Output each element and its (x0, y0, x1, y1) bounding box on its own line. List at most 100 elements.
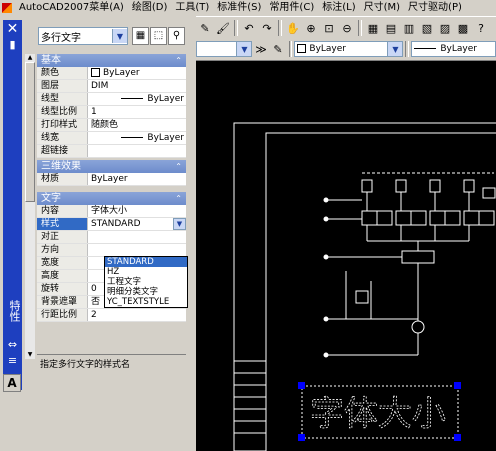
match-properties-icon[interactable]: 🖌 (215, 20, 231, 36)
palette-titlebar[interactable]: ✕ ▮ 特性 ⇔ ≡ (3, 20, 22, 390)
menu-tools[interactable]: 工具(T) (171, 0, 213, 16)
drawing-canvas[interactable]: 字体大小 (196, 61, 496, 451)
toggle-pickadd-icon[interactable]: ▦ (132, 27, 149, 45)
property-key: 图层 (37, 80, 88, 92)
toolbar-separator (405, 41, 410, 57)
undo-icon[interactable]: ↶ (241, 20, 257, 36)
style-select[interactable]: STANDARD ▼ (88, 218, 186, 230)
grip-bottom-right[interactable] (454, 434, 461, 441)
style-option-hz[interactable]: HZ (105, 267, 187, 277)
lineweight-preview (121, 137, 144, 138)
property-value[interactable]: ByLayer (88, 67, 186, 79)
calculator-icon[interactable]: ▩ (455, 20, 471, 36)
palette-collapse-icon[interactable]: ⇔ (5, 338, 20, 351)
palette-menu-icon[interactable]: ≡ (5, 354, 20, 367)
category-3d[interactable]: 三维效果 ⌃ (37, 160, 186, 173)
quick-select-icon[interactable]: ⚲ (168, 27, 185, 45)
style-option-yc-textstyle[interactable]: YC_TEXTSTYLE (105, 297, 187, 307)
property-row-lineweight[interactable]: 线宽 ByLayer (37, 132, 186, 145)
menu-common-parts[interactable]: 常用件(C) (265, 0, 318, 16)
property-key: 线型 (37, 93, 88, 105)
property-value[interactable]: ByLayer (88, 93, 186, 105)
tool-palettes-icon[interactable]: ▥ (401, 20, 417, 36)
make-current-layer-icon[interactable]: ≫ (253, 41, 268, 57)
property-value[interactable] (88, 145, 186, 157)
grip-top-left[interactable] (298, 382, 305, 389)
help-icon[interactable]: ? (473, 20, 489, 36)
scroll-thumb[interactable] (25, 62, 35, 202)
property-row-contents[interactable]: 内容 字体大小 (37, 205, 186, 218)
layer-previous-icon[interactable]: ✎ (271, 41, 286, 57)
grip-top-right[interactable] (454, 382, 461, 389)
property-row-linetype[interactable]: 线型 ByLayer (37, 93, 186, 106)
style-option-engineering-text[interactable]: 工程文字 (105, 277, 187, 287)
toolbar-separator (278, 20, 282, 36)
property-row-layer[interactable]: 图层 DIM (37, 80, 186, 93)
color-combo[interactable]: ByLayer ▼ (294, 41, 404, 57)
menu-size[interactable]: 尺寸(M) (360, 0, 404, 16)
style-option-detail-category-text[interactable]: 明细分类文字 (105, 287, 187, 297)
object-type-select[interactable]: 多行文字 ▼ (38, 27, 128, 45)
property-key: 对正 (37, 231, 88, 243)
pan-icon[interactable]: ✋ (285, 20, 301, 36)
property-value[interactable]: ByLayer (88, 132, 186, 144)
redo-icon[interactable]: ↷ (259, 20, 275, 36)
properties-palette: ✕ ▮ 特性 ⇔ ≡ A 多行文字 ▼ ▦ ⬚ ⚲ ▲ ▼ 基本 ⌃ 颜色 By… (0, 16, 196, 451)
property-value[interactable]: DIM (88, 80, 186, 92)
property-row-hyperlink[interactable]: 超链接 (37, 145, 186, 158)
palette-scrollbar[interactable]: ▲ ▼ (25, 54, 35, 359)
grip-bottom-left[interactable] (298, 434, 305, 441)
linetype-combo[interactable]: ByLayer (411, 41, 496, 57)
property-row-linetype-scale[interactable]: 线型比例 1 (37, 106, 186, 119)
menu-autocad2007[interactable]: AutoCAD2007菜单(A) (15, 0, 128, 16)
zoom-realtime-icon[interactable]: ⊕ (303, 20, 319, 36)
mtext-content[interactable]: 字体大小 (310, 394, 447, 435)
menu-draw[interactable]: 绘图(D) (128, 0, 172, 16)
property-row-color[interactable]: 颜色 ByLayer (37, 67, 186, 80)
category-text[interactable]: 文字 ⌃ (37, 192, 186, 205)
menu-standard-parts[interactable]: 标准件(S) (213, 0, 265, 16)
menu-dimension[interactable]: 标注(L) (318, 0, 359, 16)
property-value[interactable]: 随颜色 (88, 119, 186, 131)
property-value[interactable]: ByLayer (88, 173, 186, 185)
text-style-a-icon[interactable]: A (3, 374, 21, 392)
chevron-down-icon[interactable]: ▼ (173, 218, 186, 230)
property-row-justify[interactable]: 对正 (37, 231, 186, 244)
menu-dimension-driven[interactable]: 尺寸驱动(P) (404, 0, 466, 16)
collapse-icon[interactable]: ⌃ (175, 192, 186, 205)
zoom-window-icon[interactable]: ⊡ (321, 20, 337, 36)
sheet-set-icon[interactable]: ▧ (419, 20, 435, 36)
layer-combo[interactable]: ▼ (196, 41, 253, 57)
chevron-down-icon[interactable]: ▼ (112, 29, 127, 43)
markup-icon[interactable]: ▨ (437, 20, 453, 36)
pencil-icon[interactable]: ✎ (197, 20, 213, 36)
autohide-icon[interactable]: ▮ (5, 38, 20, 51)
style-dropdown-list[interactable]: STANDARD HZ 工程文字 明细分类文字 YC_TEXTSTYLE (104, 256, 188, 308)
collapse-icon[interactable]: ⌃ (175, 54, 186, 67)
linetype-combo-value: ByLayer (412, 44, 495, 54)
property-value[interactable] (88, 244, 186, 256)
category-basic[interactable]: 基本 ⌃ (37, 54, 186, 67)
design-center-icon[interactable]: ▤ (383, 20, 399, 36)
properties-icon[interactable]: ▦ (365, 20, 381, 36)
property-value[interactable]: 2 (88, 309, 186, 321)
select-objects-icon[interactable]: ⬚ (150, 27, 167, 45)
scroll-down-icon[interactable]: ▼ (25, 351, 35, 359)
property-description: 指定多行文字的样式名 (37, 354, 186, 382)
property-row-material[interactable]: 材质 ByLayer (37, 173, 186, 186)
property-value[interactable]: 1 (88, 106, 186, 118)
zoom-previous-icon[interactable]: ⊖ (339, 20, 355, 36)
scroll-up-icon[interactable]: ▲ (25, 54, 35, 62)
property-row-style[interactable]: 样式 STANDARD ▼ (37, 218, 186, 231)
chevron-down-icon[interactable]: ▼ (387, 42, 403, 56)
property-row-line-spacing-factor[interactable]: 行距比例 2 (37, 309, 186, 322)
collapse-icon[interactable]: ⌃ (175, 160, 186, 173)
property-value[interactable]: 字体大小 (88, 205, 186, 217)
property-row-plot-style[interactable]: 打印样式 随颜色 (37, 119, 186, 132)
menu-bar: AutoCAD2007菜单(A) 绘图(D) 工具(T) 标准件(S) 常用件(… (0, 0, 496, 16)
toolbar-separator (358, 20, 362, 36)
close-icon[interactable]: ✕ (5, 22, 20, 37)
property-value[interactable] (88, 231, 186, 243)
chevron-down-icon[interactable]: ▼ (236, 42, 252, 56)
style-option-standard[interactable]: STANDARD (105, 257, 187, 267)
